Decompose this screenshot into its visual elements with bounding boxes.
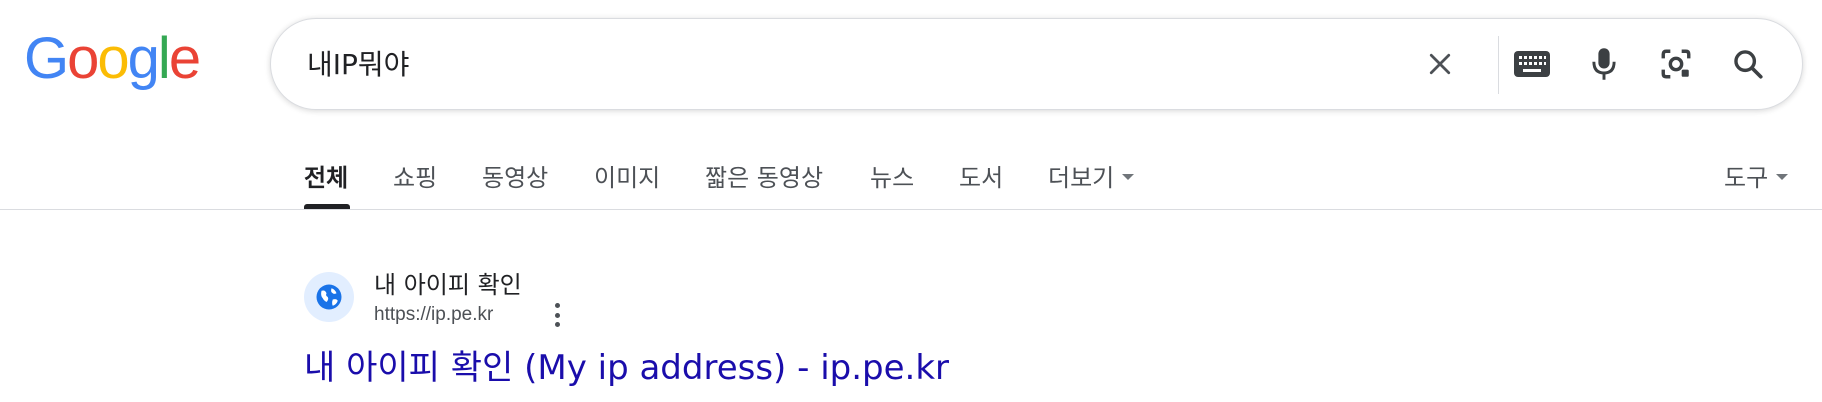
caret-down-icon	[1776, 174, 1789, 180]
search-bar-divider	[1498, 36, 1499, 94]
tab-all[interactable]: 전체	[304, 158, 348, 193]
tab-images[interactable]: 이미지	[594, 158, 660, 193]
logo-letter-l: l	[157, 26, 171, 91]
caret-down-icon	[1122, 174, 1135, 180]
google-logo[interactable]: Google	[24, 26, 201, 91]
more-options-icon[interactable]	[548, 300, 566, 330]
result-url[interactable]: https://ip.pe.kr	[374, 304, 493, 326]
tab-books[interactable]: 도서	[959, 158, 1003, 193]
tab-videos[interactable]: 동영상	[482, 158, 548, 193]
tools-label: 도구	[1724, 164, 1769, 192]
camera-lens-icon[interactable]	[1653, 41, 1699, 87]
search-icon[interactable]	[1725, 41, 1771, 87]
tab-news[interactable]: 뉴스	[870, 158, 914, 193]
logo-letter-e: e	[168, 26, 201, 91]
tab-shopping[interactable]: 쇼핑	[393, 158, 437, 193]
result-title-link[interactable]: 내 아이피 확인 (My ip address) - ip.pe.kr	[304, 340, 949, 389]
tab-short-videos[interactable]: 짧은 동영상	[705, 158, 823, 193]
tab-more[interactable]: 더보기	[1048, 158, 1135, 193]
logo-letter-g2: g	[127, 26, 160, 91]
globe-icon	[316, 284, 342, 310]
site-favicon[interactable]	[304, 272, 354, 322]
tools-button[interactable]: 도구	[1724, 158, 1789, 193]
logo-letter-g: G	[24, 26, 69, 91]
logo-letter-o2: o	[97, 26, 129, 91]
keyboard-icon[interactable]	[1509, 41, 1555, 87]
tabs-divider	[0, 209, 1822, 210]
result-site-name[interactable]: 내 아이피 확인	[374, 265, 522, 300]
search-bar[interactable]: 내IP뭐야	[270, 18, 1803, 110]
logo-letter-o1: o	[67, 26, 99, 91]
microphone-icon[interactable]	[1581, 41, 1627, 87]
close-icon[interactable]	[1417, 41, 1463, 87]
tab-more-label: 더보기	[1048, 164, 1115, 192]
search-tabs: 전체 쇼핑 동영상 이미지 짧은 동영상 뉴스 도서 더보기 도구	[0, 152, 1822, 210]
search-input[interactable]: 내IP뭐야	[307, 43, 409, 83]
